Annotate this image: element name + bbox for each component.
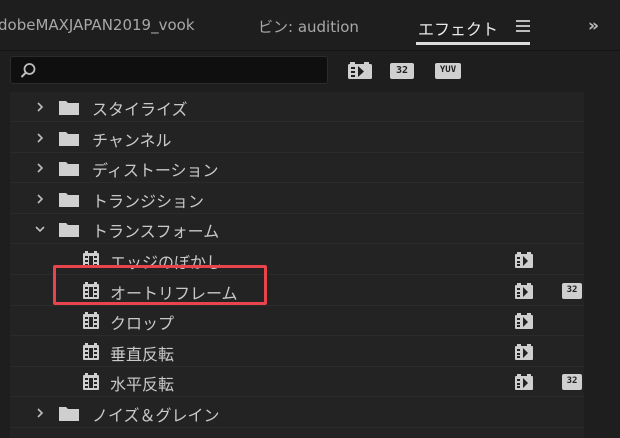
chevron-right-icon[interactable] — [34, 193, 46, 205]
tab-bin[interactable]: ビン: audition — [258, 16, 359, 37]
tree-effect-row[interactable]: 垂直反転 — [10, 337, 584, 367]
panel-tab-bar: dobeMAXJAPAN2019_vook ビン: audition エフェクト… — [0, 0, 620, 51]
chevron-right-icon[interactable] — [34, 132, 46, 144]
tree-item-label: ノイズ＆グレイン — [92, 406, 220, 425]
32bit-badge: 32 — [562, 374, 582, 391]
tree-folder-row[interactable]: ビデオ — [10, 429, 584, 438]
tree-item-label: 垂直反転 — [110, 344, 175, 364]
magnifier-icon — [20, 63, 36, 78]
tab-effects[interactable]: エフェクト — [418, 16, 498, 40]
tree-item-label: チャンネル — [92, 130, 172, 150]
32bit-icon: 32 — [390, 63, 414, 79]
folder-icon — [59, 162, 79, 177]
tab-project[interactable]: dobeMAXJAPAN2019_vook — [0, 16, 195, 34]
folder-icon — [59, 101, 79, 115]
32bit-icon: 32 — [562, 374, 582, 391]
32bit-icon: 32 — [562, 282, 582, 299]
chevron-right-icon[interactable] — [34, 162, 46, 174]
tree-folder-row[interactable]: ディストーション — [10, 153, 584, 184]
folder-icon — [59, 437, 67, 438]
folder-icon — [59, 131, 79, 146]
tree-item-label: 水平反転 — [110, 375, 175, 395]
scrollbar-track[interactable] — [584, 92, 606, 438]
tree-item-label: トランスフォーム — [92, 222, 220, 242]
tree-folder-row[interactable]: チャンネル — [10, 123, 584, 153]
32bit-filter-button[interactable]: 32 — [390, 61, 416, 81]
accelerated-effect-icon — [348, 62, 372, 79]
tree-effect-row[interactable]: クロップ — [10, 306, 584, 337]
active-tab-underline — [416, 42, 530, 45]
tree-folder-row[interactable]: トランスフォーム — [10, 214, 584, 245]
chevron-right-icon[interactable] — [34, 101, 46, 113]
tree-folder-row[interactable]: トランジション — [10, 184, 584, 214]
tree-item-label: ビデオ — [92, 433, 140, 438]
chevron-down-icon[interactable] — [34, 223, 46, 235]
tree-item-label: クロップ — [110, 314, 175, 334]
film-effect-icon — [83, 373, 99, 391]
tree-item-label: トランジション — [92, 191, 205, 211]
accelerated-effect-icon — [515, 252, 533, 268]
folder-icon — [59, 223, 79, 238]
film-effect-icon — [83, 342, 99, 360]
folder-icon — [59, 407, 79, 421]
film-effect-icon — [83, 312, 99, 330]
yuv-filter-button[interactable]: YUV — [435, 61, 461, 81]
accelerated-effect-icon — [515, 343, 533, 360]
32bit-badge: 32 — [562, 282, 582, 299]
tree-effect-row[interactable]: 水平反転 32 — [10, 367, 584, 398]
panel-menu-icon[interactable] — [516, 20, 530, 32]
chevron-right-icon[interactable] — [34, 407, 46, 419]
accelerated-effect-icon — [515, 313, 533, 330]
tree-item-label: ディストーション — [92, 161, 219, 181]
search-input[interactable] — [10, 56, 328, 84]
tree-folder-row[interactable]: ノイズ＆グレイン — [10, 398, 584, 428]
accelerated-effect-icon — [515, 282, 533, 299]
tree-item-label: スタイライズ — [92, 100, 188, 119]
accelerated-effect-icon — [515, 374, 533, 391]
tree-folder-row[interactable]: スタイライズ — [10, 92, 584, 122]
accelerated-filter-button[interactable] — [347, 61, 373, 81]
folder-icon — [59, 192, 79, 207]
overflow-chevron-icon[interactable]: » — [588, 16, 599, 36]
yuv-icon: YUV — [435, 63, 461, 79]
red-highlight-box — [53, 265, 267, 305]
